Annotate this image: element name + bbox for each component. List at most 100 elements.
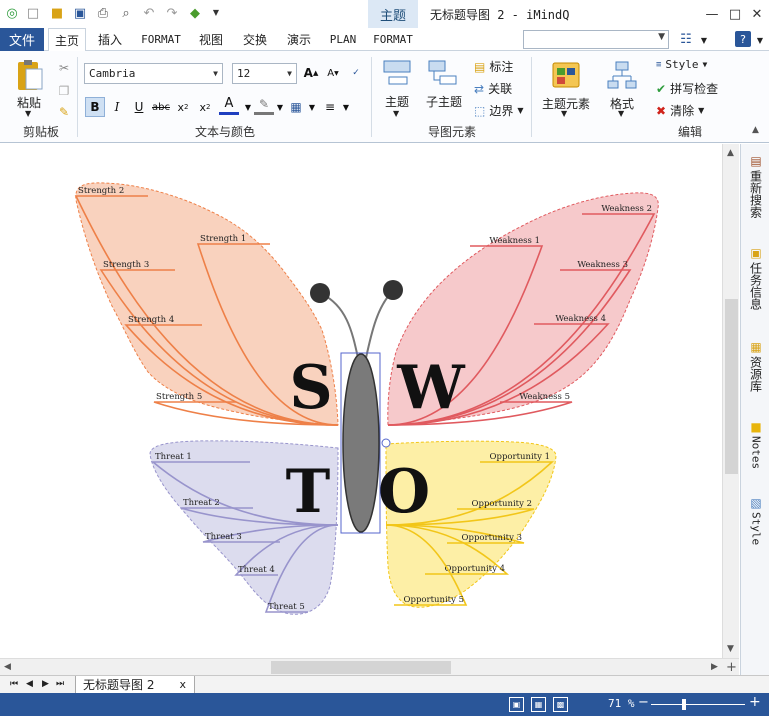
strengths-topic[interactable]: Strength 2 <box>78 186 124 196</box>
strengths-topic[interactable]: Strength 3 <box>103 260 149 270</box>
butterfly-body[interactable] <box>342 353 380 533</box>
print-icon[interactable]: ⎙ <box>95 5 111 21</box>
vertical-scroll-thumb[interactable] <box>725 299 738 474</box>
superscript-icon[interactable]: x2 <box>195 97 215 117</box>
threats-topic[interactable]: Threat 4 <box>238 565 275 575</box>
side-item-search[interactable]: ▤ 重新搜索 <box>745 154 767 218</box>
horizontal-scrollbar[interactable]: ◀ ▶ + <box>0 658 739 675</box>
subtopic-icon[interactable] <box>426 59 458 87</box>
body-handle[interactable] <box>381 438 391 448</box>
app-logo-icon[interactable]: ◎ <box>4 5 20 21</box>
zoom-slider[interactable] <box>651 704 745 705</box>
scroll-left-icon[interactable]: ◀ <box>4 662 11 672</box>
topic-elements-icon[interactable] <box>550 59 582 93</box>
opportunities-topic[interactable]: Opportunity 3 <box>462 533 522 543</box>
topic-icon[interactable] <box>381 59 413 87</box>
first-tab-icon[interactable]: ⏮ <box>10 679 18 689</box>
tab-plan[interactable]: PLAN <box>324 28 362 51</box>
weaknesses-topic[interactable]: Weakness 4 <box>555 314 606 324</box>
print-preview-icon[interactable]: ⌕ <box>118 5 134 21</box>
opportunities-topic[interactable]: Opportunity 5 <box>404 595 464 605</box>
grow-font-icon[interactable]: A ▲ <box>301 63 321 83</box>
weaknesses-topic[interactable]: Weakness 1 <box>489 236 540 246</box>
tab-insert[interactable]: 插入 <box>90 28 130 51</box>
style-button[interactable]: ≡ Style ▼ <box>656 58 707 71</box>
format-dropdown-icon[interactable]: ▼ <box>618 109 624 118</box>
shrink-font-icon[interactable]: A ▼ <box>323 63 343 83</box>
new-file-icon[interactable]: □ <box>25 5 41 21</box>
paste-dropdown-icon[interactable]: ▼ <box>25 109 31 118</box>
customize-icon[interactable]: ◆ <box>187 5 203 21</box>
minimize-icon[interactable]: — <box>702 4 722 24</box>
help-dropdown-icon[interactable]: ▼ <box>752 33 768 49</box>
paste-icon[interactable] <box>14 59 44 93</box>
clear-button[interactable]: ✖ 清除 ▼ <box>656 102 704 119</box>
topic-dropdown-icon[interactable]: ▼ <box>393 109 399 118</box>
search-input[interactable]: ▼ <box>523 30 669 49</box>
tab-format[interactable]: FORMAT <box>136 28 186 51</box>
cut-icon[interactable]: ✂ <box>54 58 74 78</box>
document-tab[interactable]: 无标题导图 2 x <box>75 676 195 694</box>
weaknesses-topic[interactable]: Weakness 3 <box>577 260 628 270</box>
opportunities-topic[interactable]: Opportunity 1 <box>490 452 550 462</box>
users-dropdown-icon[interactable]: ▼ <box>696 33 712 49</box>
boundary-button[interactable]: ⬚ 边界 ▼ <box>474 102 524 119</box>
strengths-topic[interactable]: Strength 5 <box>156 392 202 402</box>
scroll-up-icon[interactable]: ▲ <box>727 148 734 158</box>
threats-topic[interactable]: Threat 1 <box>155 452 192 462</box>
weaknesses-topic[interactable]: Weakness 2 <box>601 204 652 214</box>
fit-width-icon[interactable]: ▦ <box>531 697 546 712</box>
last-tab-icon[interactable]: ⏭ <box>56 679 64 689</box>
undo-icon[interactable]: ↶ <box>141 5 157 21</box>
strengths-topic[interactable]: Strength 1 <box>200 234 246 244</box>
tab-file[interactable]: 文件 <box>0 28 44 51</box>
tab-view[interactable]: 视图 <box>192 28 230 51</box>
side-item-style[interactable]: ▧ Style <box>745 496 767 545</box>
redo-icon[interactable]: ↷ <box>164 5 180 21</box>
opportunities-topic[interactable]: Opportunity 2 <box>472 499 532 509</box>
add-sheet-icon[interactable]: + <box>726 660 737 675</box>
fill-dropdown-icon[interactable]: ▼ <box>302 97 322 117</box>
spell-check-button[interactable]: ✔ 拼写检查 <box>656 80 718 97</box>
save-icon[interactable]: ▣ <box>72 5 88 21</box>
close-tab-icon[interactable]: x <box>179 678 186 691</box>
topic-elements-dropdown-icon[interactable]: ▼ <box>561 109 567 118</box>
fit-page-icon[interactable]: ▣ <box>509 697 524 712</box>
tab-exchange[interactable]: 交换 <box>236 28 274 51</box>
underline-icon[interactable]: U <box>129 97 149 117</box>
threats-topic[interactable]: Threat 2 <box>183 498 220 508</box>
mindmap-canvas[interactable]: Strength 1 Strength 2 Strength 3 Strength 4… <box>0 144 722 658</box>
relationship-button[interactable]: ⇄ 关联 <box>474 80 512 97</box>
side-item-notes[interactable]: ■ Notes <box>745 420 767 469</box>
subtopic-button[interactable]: 子主题 <box>424 93 464 110</box>
open-folder-icon[interactable]: ■ <box>49 5 65 21</box>
qat-dropdown-icon[interactable]: ▼ <box>208 5 224 21</box>
topic-button[interactable]: 主题 <box>381 93 413 110</box>
bold-icon[interactable]: B <box>85 97 105 117</box>
weaknesses-topic[interactable]: Weakness 5 <box>519 392 570 402</box>
users-icon[interactable]: ☷ <box>678 31 694 47</box>
help-icon[interactable]: ? <box>735 31 751 47</box>
italic-icon[interactable]: I <box>107 97 127 117</box>
tab-present[interactable]: 演示 <box>280 28 318 51</box>
zoom-in-icon[interactable]: + <box>749 694 761 710</box>
strengths-topic[interactable]: Strength 4 <box>128 315 174 325</box>
actual-size-icon[interactable]: ▩ <box>553 697 568 712</box>
next-tab-icon[interactable]: ▶ <box>42 679 49 689</box>
side-item-task-info[interactable]: ▣ 任务信息 <box>745 246 767 310</box>
font-size-select[interactable]: 12 ▼ <box>232 63 297 84</box>
font-color-icon[interactable]: A <box>219 95 239 115</box>
format-painter-icon[interactable]: ✎ <box>54 102 74 122</box>
scroll-down-icon[interactable]: ▼ <box>727 644 734 654</box>
callout-button[interactable]: ▤ 标注 <box>474 58 513 75</box>
side-item-library[interactable]: ▦ 资源库 <box>745 340 767 392</box>
vertical-scrollbar[interactable]: ▲ ▼ <box>722 144 739 658</box>
zoom-slider-thumb[interactable] <box>681 699 686 710</box>
tab-home[interactable]: 主页 <box>48 28 86 52</box>
spell-text-icon[interactable]: ✓ <box>346 63 366 83</box>
maximize-icon[interactable]: □ <box>725 4 745 24</box>
prev-tab-icon[interactable]: ◀ <box>26 679 33 689</box>
zoom-out-icon[interactable]: − <box>638 695 649 710</box>
collapse-ribbon-icon[interactable]: ▲ <box>752 125 759 135</box>
copy-icon[interactable]: ❐ <box>54 81 74 101</box>
